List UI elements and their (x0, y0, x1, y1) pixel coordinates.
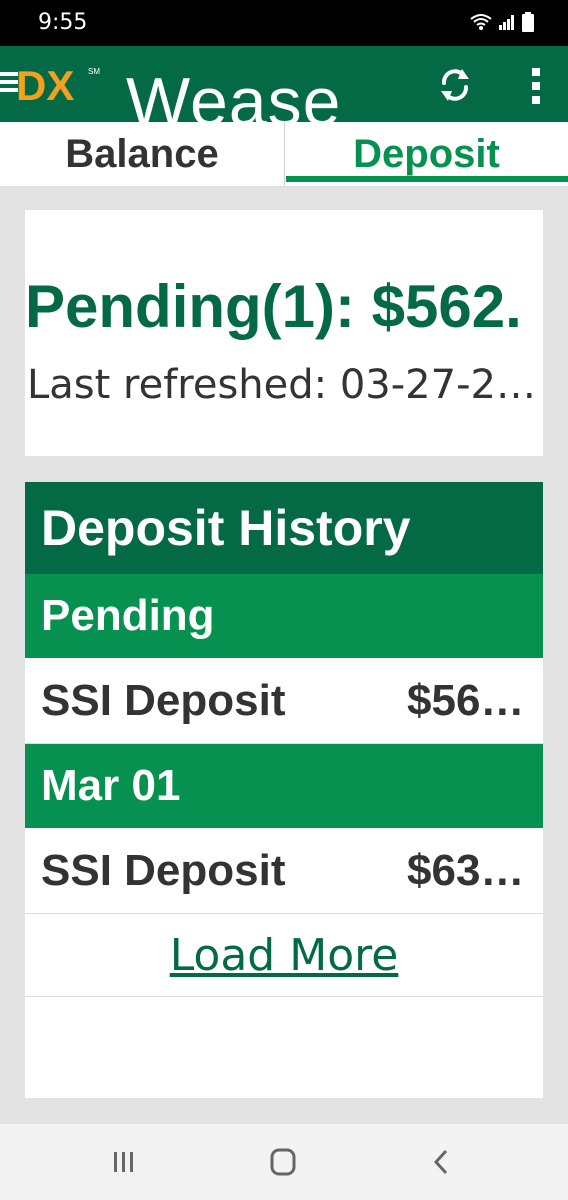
last-refreshed: Last refreshed: 03-27-2020 9:55 AM (27, 362, 537, 408)
tab-selected-indicator (286, 176, 568, 182)
recents-icon[interactable] (104, 1146, 144, 1178)
group-header-pending: Pending (25, 574, 543, 658)
back-icon[interactable] (422, 1146, 462, 1178)
pending-label: Pending(1): (25, 273, 372, 340)
deposit-history-title: Deposit History (25, 482, 543, 574)
pending-line: Pending(1): $562. (25, 272, 543, 341)
more-vertical-icon[interactable] (528, 66, 544, 106)
app-title: Wease (126, 64, 342, 122)
system-nav-bar (0, 1124, 568, 1200)
tab-balance[interactable]: Balance (0, 122, 285, 186)
status-icons (470, 12, 534, 32)
deposit-row[interactable]: SSI Deposit $562.00 (25, 658, 543, 744)
signal-icon (499, 15, 514, 30)
deposit-amount: $631.00 (407, 846, 527, 895)
deposit-history-card: Deposit History Pending SSI Deposit $562… (25, 482, 543, 1098)
edx-logo: DX SM (0, 62, 100, 106)
deposit-description: SSI Deposit (41, 676, 286, 725)
group-header-mar-01: Mar 01 (25, 744, 543, 828)
deposit-amount: $562.00 (407, 676, 527, 725)
status-time: 9:55 (38, 10, 88, 35)
refresh-icon[interactable] (436, 66, 474, 104)
app-bar: DX SM Wease (0, 46, 568, 122)
deposit-row[interactable]: SSI Deposit $631.00 (25, 828, 543, 914)
pending-amount: $562. (371, 273, 522, 340)
battery-icon (522, 12, 534, 32)
status-bar: 9:55 (0, 0, 568, 46)
logo-mark: SM (88, 67, 100, 76)
load-more-link[interactable]: Load More (25, 914, 543, 997)
home-icon[interactable] (263, 1146, 303, 1178)
logo-text: DX (16, 62, 74, 106)
deposit-description: SSI Deposit (41, 846, 286, 895)
wifi-icon (470, 14, 492, 30)
pending-summary-card: Pending(1): $562. Last refreshed: 03-27-… (25, 210, 543, 456)
